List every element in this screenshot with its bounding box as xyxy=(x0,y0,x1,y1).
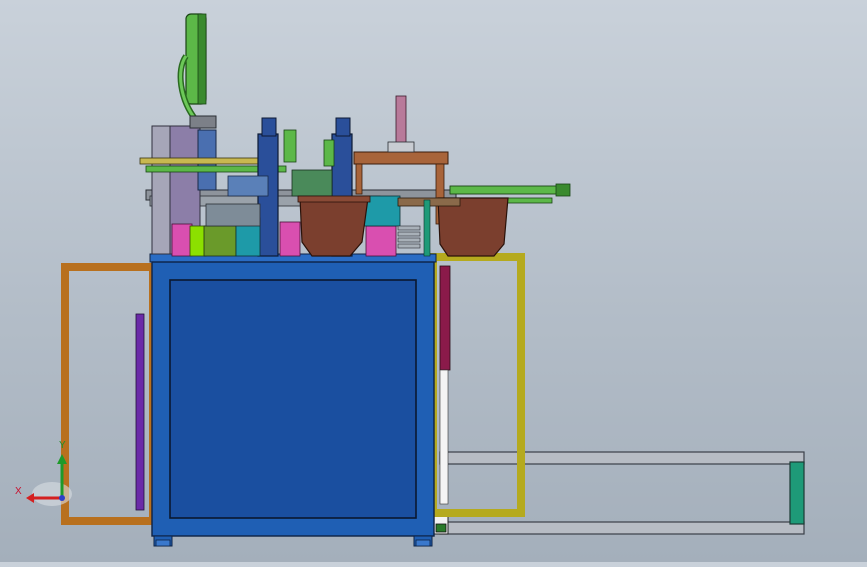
left-guard-frame[interactable] xyxy=(61,263,157,525)
upper-mechanism[interactable] xyxy=(139,13,571,257)
right-guard-frame[interactable] xyxy=(429,253,525,517)
conveyor-rails[interactable] xyxy=(433,451,805,535)
cad-viewport[interactable]: X Y xyxy=(0,0,867,562)
main-cabinet[interactable] xyxy=(149,253,437,547)
machine-assembly-model[interactable] xyxy=(0,0,867,562)
